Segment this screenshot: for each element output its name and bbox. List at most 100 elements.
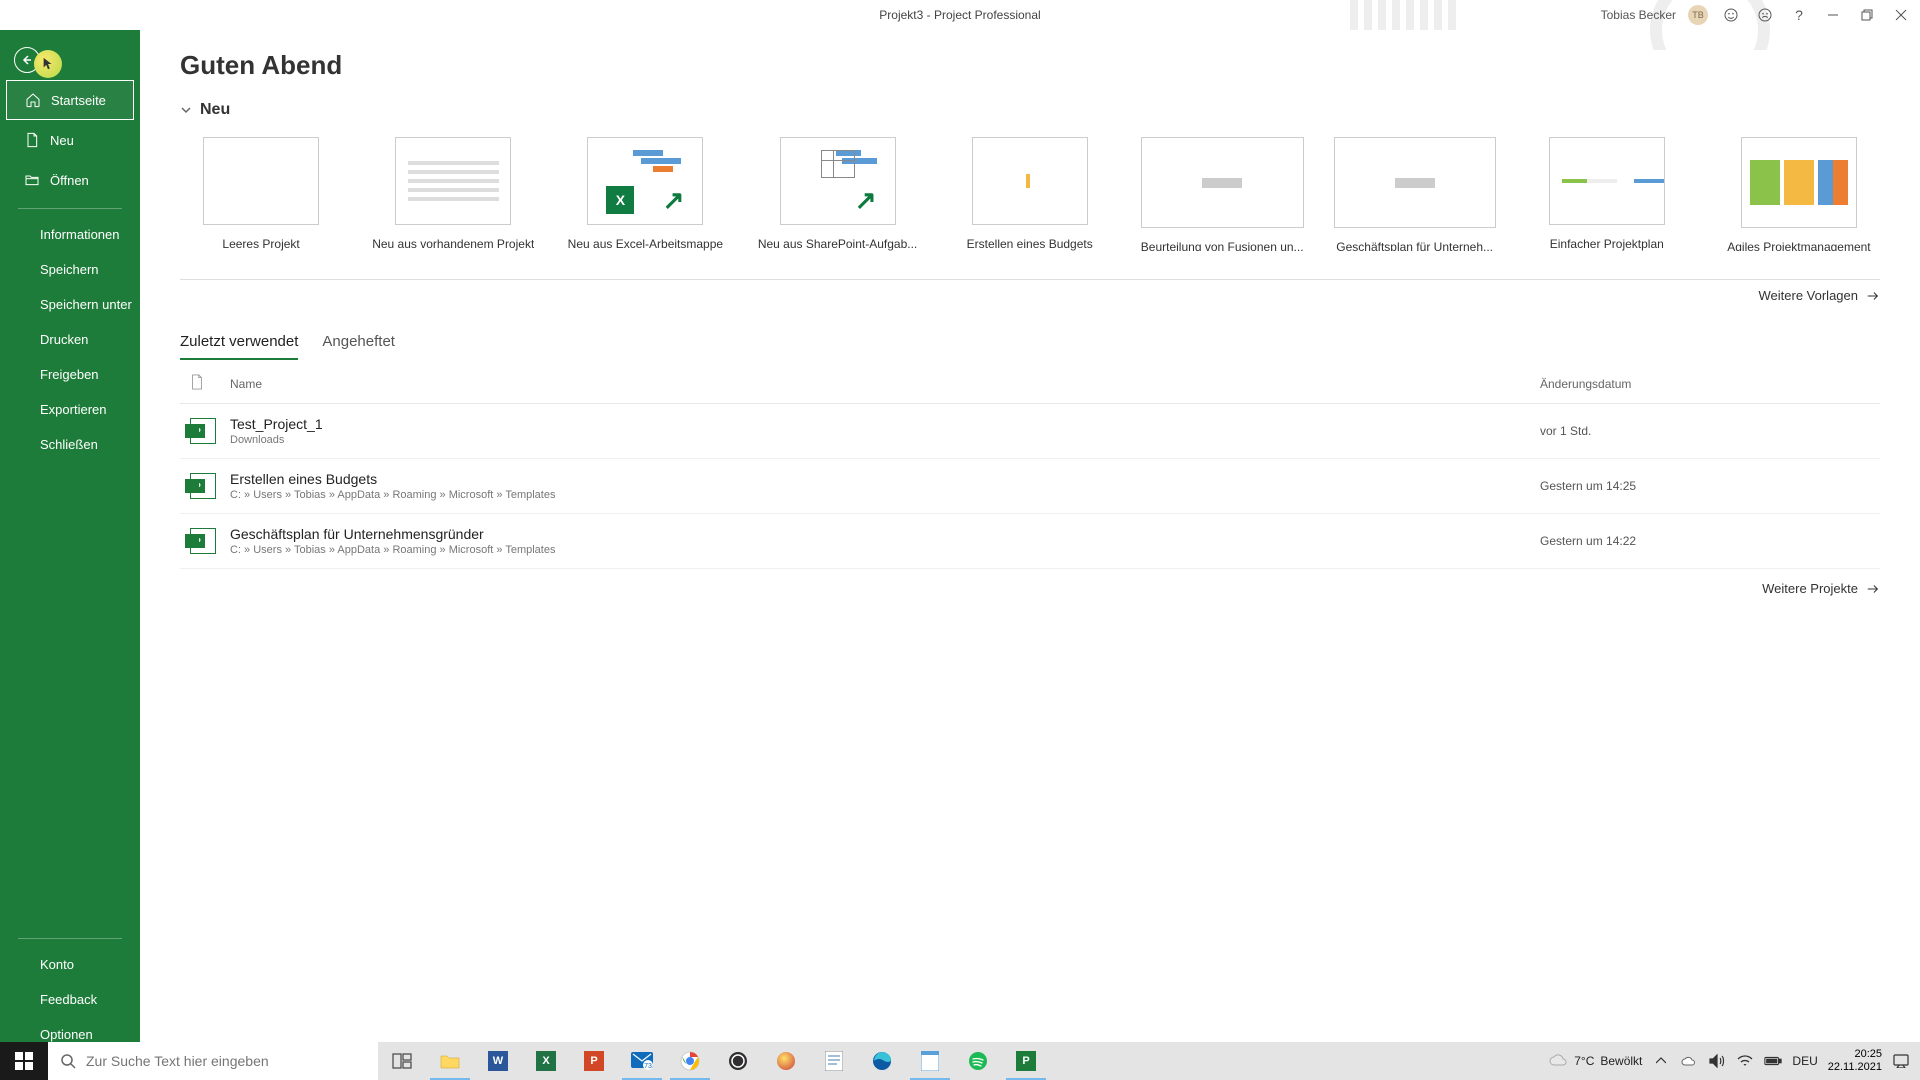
file-explorer-icon[interactable]: [426, 1042, 474, 1080]
template-label: Leeres Projekt: [180, 237, 342, 251]
template-merger[interactable]: Beurteilung von Fusionen un...: [1141, 137, 1304, 251]
minimize-button[interactable]: [1822, 4, 1844, 26]
new-section-label: Neu: [200, 101, 230, 119]
more-projects-link[interactable]: Weitere Projekte: [180, 581, 1880, 596]
weather-widget[interactable]: 7°C Bewölkt: [1548, 1053, 1642, 1069]
template-label: Erstellen eines Budgets: [949, 237, 1111, 251]
cursor-highlight-icon: [34, 50, 62, 78]
template-from-sharepoint[interactable]: ↗ Neu aus SharePoint-Aufgab...: [756, 137, 918, 251]
sidebar-item-feedback[interactable]: Feedback: [0, 982, 140, 1017]
weather-desc: Bewölkt: [1600, 1054, 1642, 1068]
sidebar-label-open: Öffnen: [50, 173, 89, 188]
template-thumb-simple: [1549, 137, 1665, 225]
user-avatar-badge[interactable]: TB: [1688, 5, 1708, 25]
file-row[interactable]: P Test_Project_1 Downloads vor 1 Std.: [180, 404, 1880, 459]
close-button[interactable]: [1890, 4, 1912, 26]
more-projects-label: Weitere Projekte: [1762, 581, 1858, 596]
maximize-button[interactable]: [1856, 4, 1878, 26]
template-label: Einfacher Projektplan: [1526, 237, 1688, 251]
clock[interactable]: 20:25 22.11.2021: [1828, 1048, 1882, 1074]
template-budget[interactable]: Erstellen eines Budgets: [949, 137, 1111, 251]
file-path: C: » Users » Tobias » AppData » Roaming …: [230, 544, 1540, 556]
sidebar-item-print[interactable]: Drucken: [0, 322, 140, 357]
template-from-excel[interactable]: X ↗ Neu aus Excel-Arbeitsmappe: [564, 137, 726, 251]
sidebar-item-save[interactable]: Speichern: [0, 252, 140, 287]
arrow-right-icon: [1866, 289, 1880, 303]
template-agile[interactable]: Agiles Projektmanagement: [1718, 137, 1880, 251]
action-center-icon[interactable]: [1892, 1052, 1910, 1070]
cloud-icon: [1548, 1053, 1568, 1069]
arrow-right-icon: [1866, 582, 1880, 596]
file-name: Geschäftsplan für Unternehmensgründer: [230, 526, 1540, 542]
file-name: Erstellen eines Budgets: [230, 471, 1540, 487]
file-path: C: » Users » Tobias » AppData » Roaming …: [230, 489, 1540, 501]
sidebar-item-home[interactable]: Startseite: [6, 80, 134, 120]
tray-chevron-up-icon[interactable]: [1652, 1052, 1670, 1070]
file-row[interactable]: P Erstellen eines Budgets C: » Users » T…: [180, 459, 1880, 514]
file-header-date[interactable]: Änderungsdatum: [1540, 377, 1880, 391]
start-button[interactable]: [0, 1042, 48, 1080]
template-thumb-agile: [1741, 137, 1857, 228]
tab-pinned[interactable]: Angeheftet: [322, 333, 395, 360]
battery-icon[interactable]: [1764, 1052, 1782, 1070]
user-name[interactable]: Tobias Becker: [1601, 8, 1676, 22]
sidebar-item-new[interactable]: Neu: [6, 120, 134, 160]
task-view-icon[interactable]: [378, 1042, 426, 1080]
back-button[interactable]: [0, 40, 140, 80]
onedrive-icon[interactable]: [1680, 1052, 1698, 1070]
template-label: Neu aus Excel-Arbeitsmappe: [564, 237, 726, 251]
clock-date: 22.11.2021: [1828, 1061, 1882, 1074]
chevron-down-icon: [180, 104, 192, 116]
windows-taskbar: W X P 73 P 7°C Bewölkt DEU 20:25 22.11.2…: [0, 1042, 1920, 1080]
chrome-icon[interactable]: [666, 1042, 714, 1080]
file-date: Gestern um 14:22: [1540, 534, 1880, 548]
excel-icon[interactable]: X: [522, 1042, 570, 1080]
volume-icon[interactable]: [1708, 1052, 1726, 1070]
sidebar-item-close[interactable]: Schließen: [0, 427, 140, 462]
edge-icon[interactable]: [858, 1042, 906, 1080]
sidebar-item-export[interactable]: Exportieren: [0, 392, 140, 427]
tab-recent[interactable]: Zuletzt verwendet: [180, 333, 298, 360]
clock-time: 20:25: [1828, 1048, 1882, 1061]
file-row[interactable]: P Geschäftsplan für Unternehmensgründer …: [180, 514, 1880, 569]
sidebar-item-info[interactable]: Informationen: [0, 217, 140, 252]
template-thumb-business: [1334, 137, 1496, 228]
word-icon[interactable]: W: [474, 1042, 522, 1080]
excel-icon: X: [606, 186, 634, 214]
project-icon[interactable]: P: [1002, 1042, 1050, 1080]
powerpoint-icon[interactable]: P: [570, 1042, 618, 1080]
template-label: Geschäftsplan für Unterneh...: [1334, 240, 1496, 251]
app-icon-note[interactable]: [810, 1042, 858, 1080]
sad-face-icon[interactable]: [1754, 4, 1776, 26]
template-blank[interactable]: Leeres Projekt: [180, 137, 342, 251]
wifi-icon[interactable]: [1736, 1052, 1754, 1070]
sidebar-item-saveas[interactable]: Speichern unter: [0, 287, 140, 322]
file-header-name[interactable]: Name: [230, 377, 1540, 391]
search-icon: [60, 1053, 76, 1069]
file-path: Downloads: [230, 434, 1540, 446]
template-label: Neu aus SharePoint-Aufgab...: [756, 237, 918, 251]
obs-icon[interactable]: [714, 1042, 762, 1080]
more-templates-link[interactable]: Weitere Vorlagen: [180, 288, 1880, 303]
sidebar-label-home: Startseite: [51, 93, 106, 108]
file-name: Test_Project_1: [230, 416, 1540, 432]
search-input[interactable]: [86, 1053, 378, 1069]
sidebar-item-open[interactable]: Öffnen: [6, 160, 134, 200]
smiley-icon[interactable]: [1720, 4, 1742, 26]
sidebar-item-share[interactable]: Freigeben: [0, 357, 140, 392]
file-header-icon: [190, 374, 230, 393]
project-file-icon: P: [190, 418, 230, 444]
spotify-icon[interactable]: [954, 1042, 1002, 1080]
new-section-toggle[interactable]: Neu: [180, 101, 1880, 119]
notepad-icon[interactable]: [906, 1042, 954, 1080]
template-simple-plan[interactable]: Einfacher Projektplan: [1526, 137, 1688, 251]
help-icon[interactable]: ?: [1788, 4, 1810, 26]
language-indicator[interactable]: DEU: [1792, 1054, 1817, 1068]
template-business-plan[interactable]: Geschäftsplan für Unterneh...: [1334, 137, 1496, 251]
template-thumb-merger: [1141, 137, 1304, 228]
template-from-existing[interactable]: Neu aus vorhandenem Projekt: [372, 137, 534, 251]
mail-icon[interactable]: 73: [618, 1042, 666, 1080]
sidebar-item-account[interactable]: Konto: [0, 947, 140, 982]
app-icon-yellow[interactable]: [762, 1042, 810, 1080]
taskbar-search[interactable]: [48, 1042, 378, 1080]
